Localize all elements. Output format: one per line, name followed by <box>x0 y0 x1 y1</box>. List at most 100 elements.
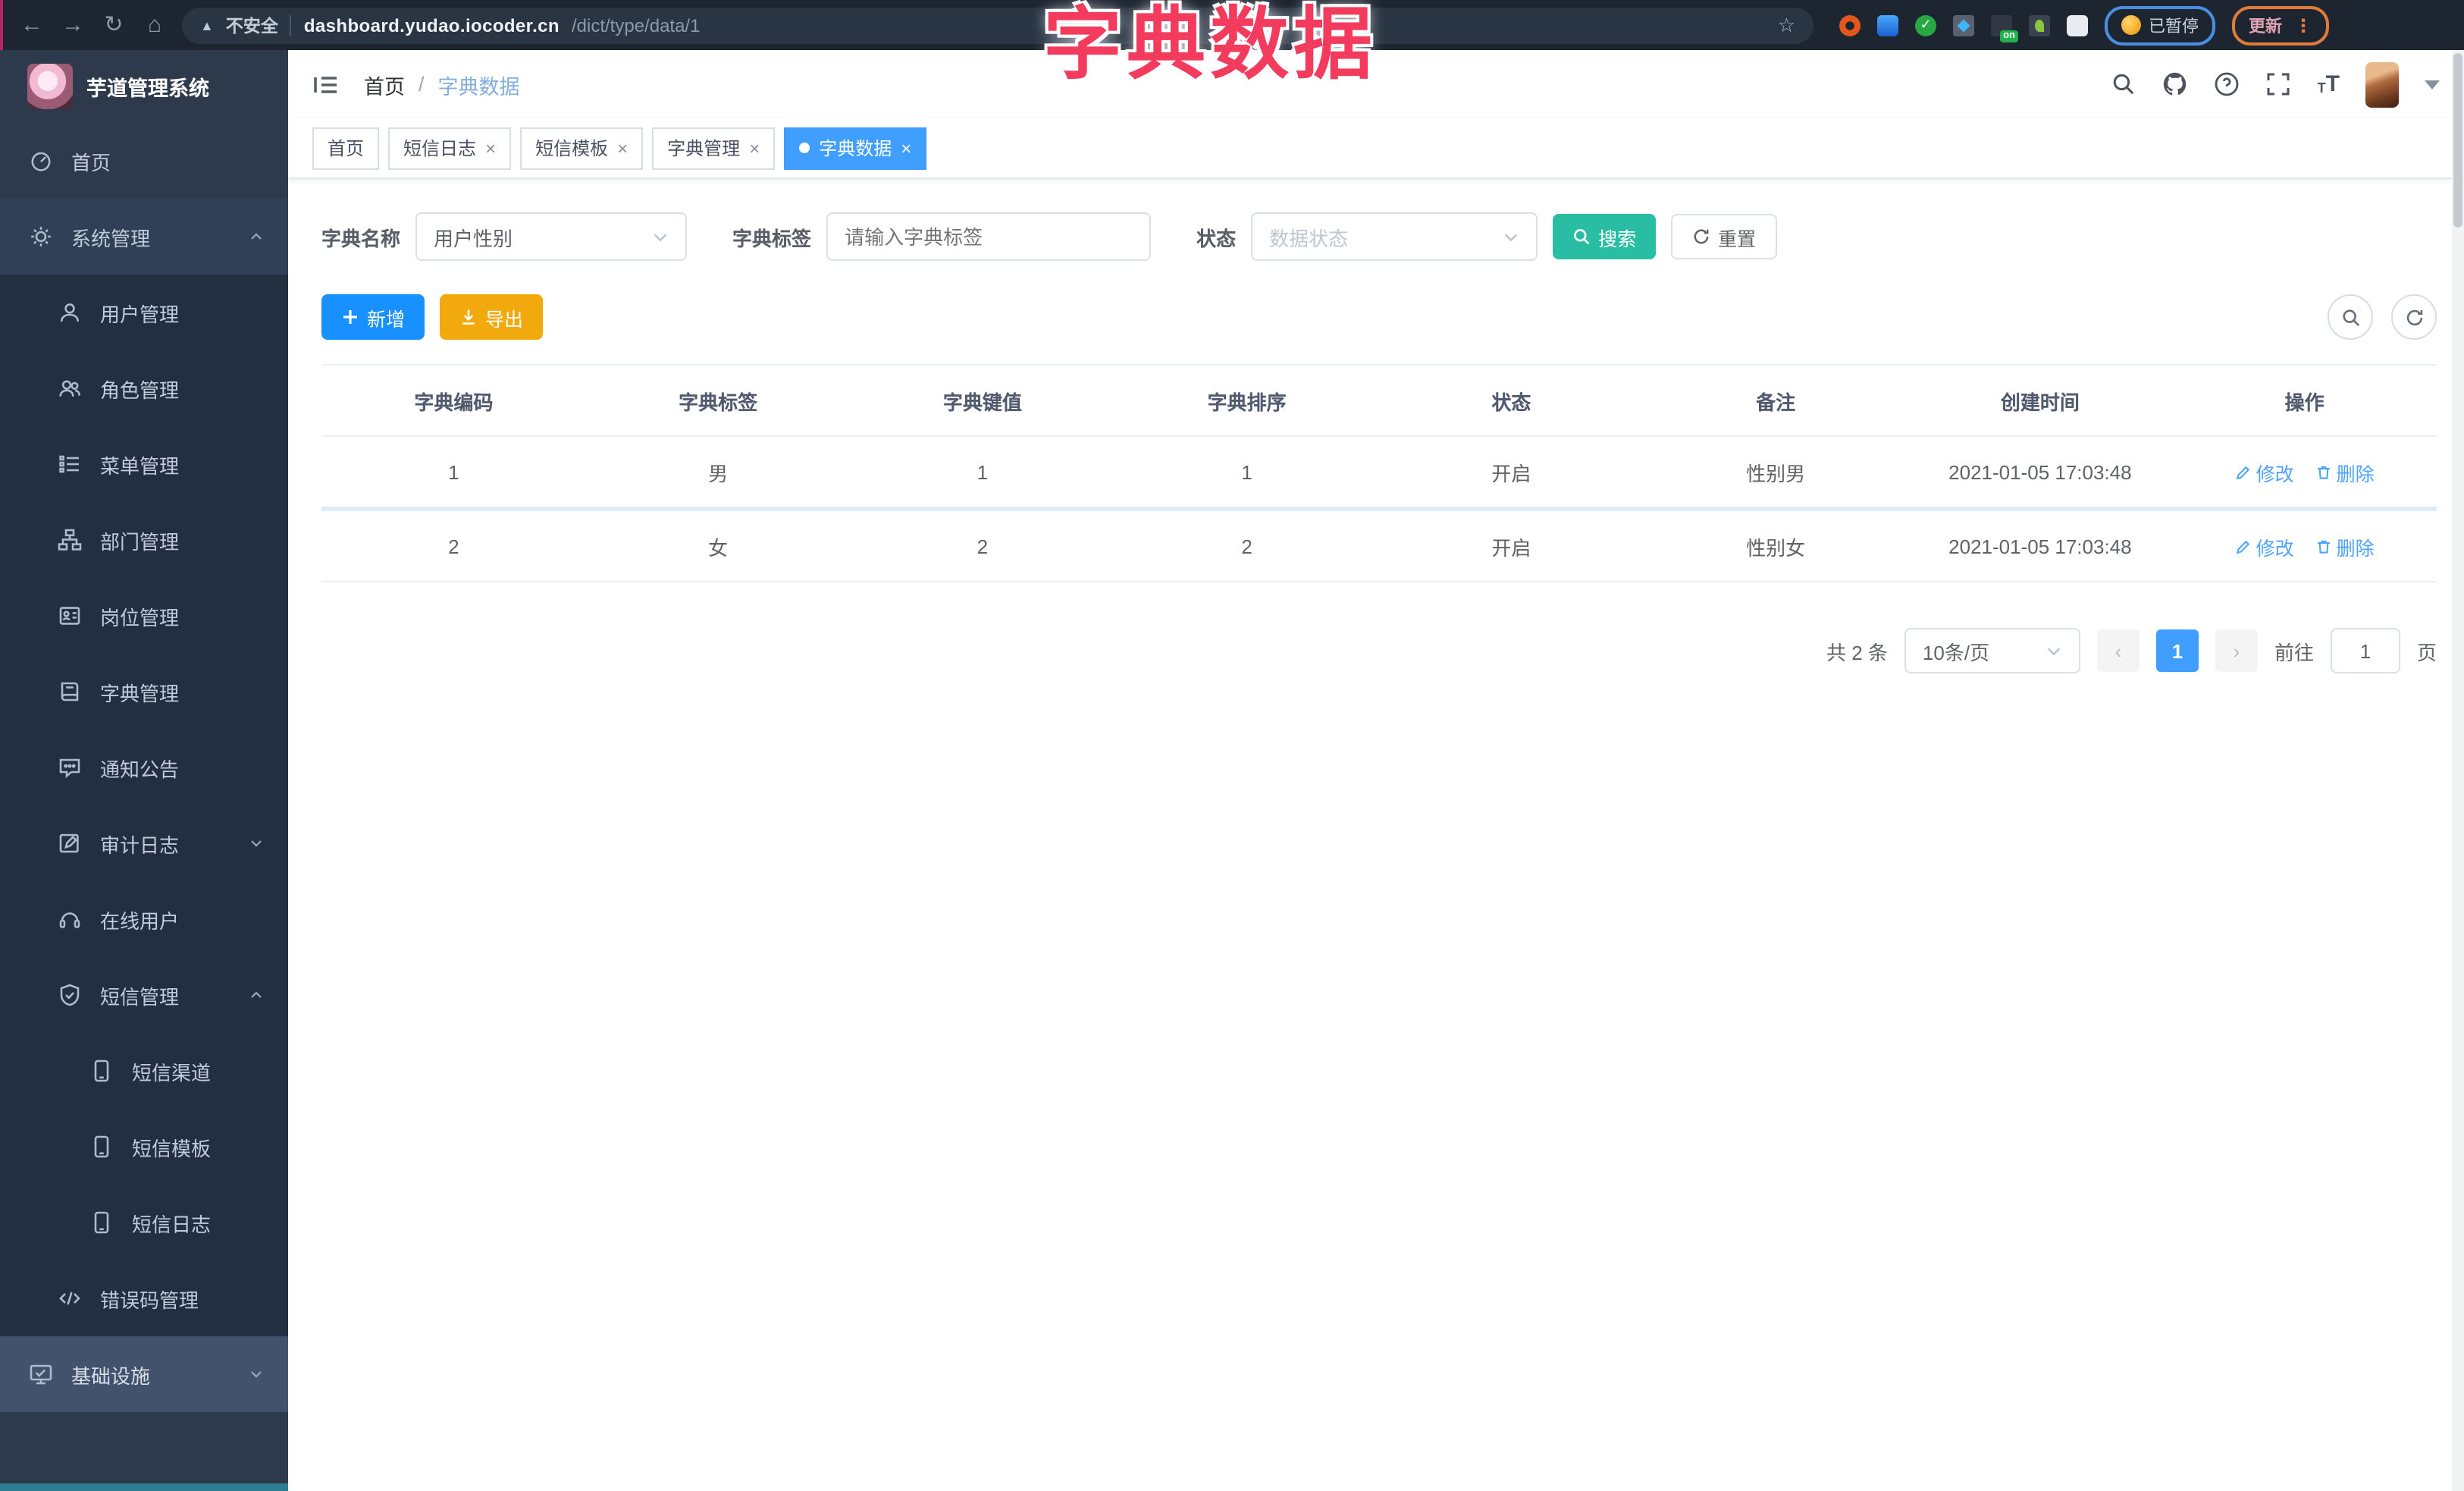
cell-created: 2021-01-05 17:03:48 <box>1948 535 2132 557</box>
search-button[interactable]: 搜索 <box>1553 214 1657 259</box>
extension-icon-diamond[interactable] <box>1953 14 1974 36</box>
divider <box>290 14 292 36</box>
delete-link[interactable]: 删除 <box>2315 532 2375 560</box>
sidebar-item-label: 基础设施 <box>71 1364 151 1387</box>
tab-dict-data[interactable]: 字典数据 × <box>784 127 927 169</box>
sidebar-menu: 首页 系统管理 用户管理 角色管理 菜单管理 部门管理 岗位管理 字典管理 通知… <box>0 123 288 1412</box>
org-tree-icon <box>58 528 82 552</box>
extension-icon-gem[interactable] <box>1877 14 1898 36</box>
breadcrumb-home[interactable]: 首页 <box>364 69 405 99</box>
export-button-label: 导出 <box>485 309 524 330</box>
table-row[interactable]: 2 女 2 2 开启 性别女 2021-01-05 17:03:48 修改 删除 <box>321 511 2437 582</box>
code-icon <box>58 1286 82 1311</box>
insecure-warning-icon: ▲ <box>200 17 214 33</box>
refresh-icon-button[interactable] <box>2391 294 2437 340</box>
goto-page-input[interactable] <box>2330 628 2400 673</box>
forward-icon[interactable]: → <box>59 14 86 36</box>
sidebar-item-label: 系统管理 <box>71 227 151 250</box>
sidebar-item-dept-mgmt[interactable]: 部门管理 <box>0 502 288 578</box>
tab-sms-template[interactable]: 短信模板 × <box>520 127 644 169</box>
breadcrumb: 首页 / 字典数据 <box>364 69 520 99</box>
delete-link[interactable]: 删除 <box>2315 457 2375 486</box>
sidebar-item-notice[interactable]: 通知公告 <box>0 730 288 805</box>
tab-sms-log[interactable]: 短信日志 × <box>388 127 512 169</box>
sidebar-item-user-mgmt[interactable]: 用户管理 <box>0 275 288 350</box>
sidebar-item-label: 短信日志 <box>132 1213 212 1235</box>
sidebar-item-label: 审计日志 <box>100 833 180 856</box>
sidebar-item-sms-mgmt[interactable]: 短信管理 <box>0 957 288 1033</box>
search-icon[interactable] <box>2111 71 2137 97</box>
sidebar-item-menu-mgmt[interactable]: 菜单管理 <box>0 426 288 502</box>
home-icon[interactable]: ⌂ <box>141 14 168 36</box>
font-size-icon[interactable]: TT <box>2318 73 2340 96</box>
close-icon[interactable]: × <box>485 139 496 157</box>
tab-home[interactable]: 首页 <box>312 127 380 169</box>
sidebar-item-sms-template[interactable]: 短信模板 <box>0 1109 288 1185</box>
export-button[interactable]: 导出 <box>440 294 544 340</box>
menu-list-icon <box>58 452 82 476</box>
table-row[interactable]: 1 男 1 1 开启 性别男 2021-01-05 17:03:48 修改 删除 <box>321 437 2437 511</box>
col-header: 字典排序 <box>1207 391 1287 413</box>
sidebar-item-infrastructure[interactable]: 基础设施 <box>0 1336 288 1412</box>
extensions-puzzle-icon[interactable] <box>2067 14 2088 36</box>
user-menu-caret-icon[interactable] <box>2425 80 2440 89</box>
dict-label-input[interactable] <box>826 212 1152 261</box>
bookmark-star-icon[interactable]: ☆ <box>1778 13 1795 37</box>
sidebar-item-post-mgmt[interactable]: 岗位管理 <box>0 578 288 654</box>
next-page-button[interactable]: › <box>2215 629 2258 672</box>
help-icon[interactable] <box>2215 71 2240 97</box>
sidebar-item-sms-channel[interactable]: 短信渠道 <box>0 1033 288 1109</box>
tab-dict-mgmt[interactable]: 字典管理 × <box>652 127 776 169</box>
sidebar-item-audit-log[interactable]: 审计日志 <box>0 805 288 881</box>
page-size-select[interactable]: 10条/页 <box>1904 628 2080 673</box>
tab-label: 字典管理 <box>667 138 741 159</box>
edit-link[interactable]: 修改 <box>2235 532 2294 560</box>
hide-search-icon-button[interactable] <box>2328 294 2373 340</box>
app-logo-row[interactable]: 芋道管理系统 <box>0 50 288 123</box>
edit-link[interactable]: 修改 <box>2235 457 2294 486</box>
close-icon[interactable]: × <box>617 139 628 157</box>
address-bar[interactable]: ▲ 不安全 dashboard.yudao.iocoder.cn /dict/t… <box>182 7 1814 43</box>
headset-icon <box>58 907 82 931</box>
edit-link-label: 修改 <box>2256 538 2294 559</box>
sidebar-item-home[interactable]: 首页 <box>0 123 288 199</box>
sidebar-bottom-strip <box>0 1483 288 1491</box>
dict-name-select[interactable]: 用户性别 <box>415 212 688 261</box>
fullscreen-icon[interactable] <box>2266 71 2292 97</box>
back-icon[interactable]: ← <box>18 14 45 36</box>
cell-actions: 修改 删除 <box>2172 457 2437 486</box>
profile-chip[interactable]: 已暂停 <box>2105 5 2215 45</box>
browser-menu-icon[interactable]: ⋮ <box>2294 14 2312 36</box>
sidebar-item-online-users[interactable]: 在线用户 <box>0 881 288 957</box>
extension-icon-switch[interactable]: on <box>1991 14 2018 42</box>
extension-icon-ring[interactable] <box>1839 14 1861 36</box>
prev-page-button[interactable]: ‹ <box>2096 629 2140 672</box>
extension-icon-check[interactable]: ✓ <box>1915 14 1936 36</box>
browser-update-button[interactable]: 更新 ⋮ <box>2232 5 2329 45</box>
status-select[interactable]: 数据状态 <box>1251 212 1538 261</box>
sidebar-item-error-code[interactable]: 错误码管理 <box>0 1260 288 1336</box>
cell-value: 1 <box>977 460 989 483</box>
sidebar-item-system-mgmt[interactable]: 系统管理 <box>0 199 288 275</box>
close-icon[interactable]: × <box>901 139 911 157</box>
tag-view-bar: 首页 短信日志 × 短信模板 × 字典管理 × 字典数据 × <box>288 118 2464 179</box>
sidebar-item-sms-log[interactable]: 短信日志 <box>0 1185 288 1260</box>
sidebar-item-role-mgmt[interactable]: 角色管理 <box>0 350 288 426</box>
add-button[interactable]: 新增 <box>321 294 425 340</box>
github-icon[interactable] <box>2163 71 2189 97</box>
edit-link-label: 修改 <box>2256 463 2294 485</box>
main-panel: 首页 / 字典数据 TT 首页 短信日志 × 短信模板 × 字典管理 × 字典数… <box>288 50 2464 1491</box>
extension-icon-plant[interactable] <box>2029 14 2050 36</box>
sidebar-item-dict-mgmt[interactable]: 字典管理 <box>0 654 288 730</box>
col-header: 备注 <box>1756 391 1796 413</box>
scrollbar-thumb[interactable] <box>2453 53 2462 228</box>
reload-icon[interactable]: ↻ <box>100 14 127 36</box>
collapse-sidebar-icon[interactable] <box>312 72 340 96</box>
page-number-1[interactable]: 1 <box>2155 629 2199 672</box>
tab-label: 首页 <box>328 138 365 159</box>
page-scrollbar[interactable] <box>2452 50 2464 1491</box>
close-icon[interactable]: × <box>749 139 760 157</box>
reset-button[interactable]: 重置 <box>1671 214 1778 259</box>
total-count: 共 2 条 <box>1826 641 1888 664</box>
user-avatar[interactable] <box>2365 61 2399 107</box>
